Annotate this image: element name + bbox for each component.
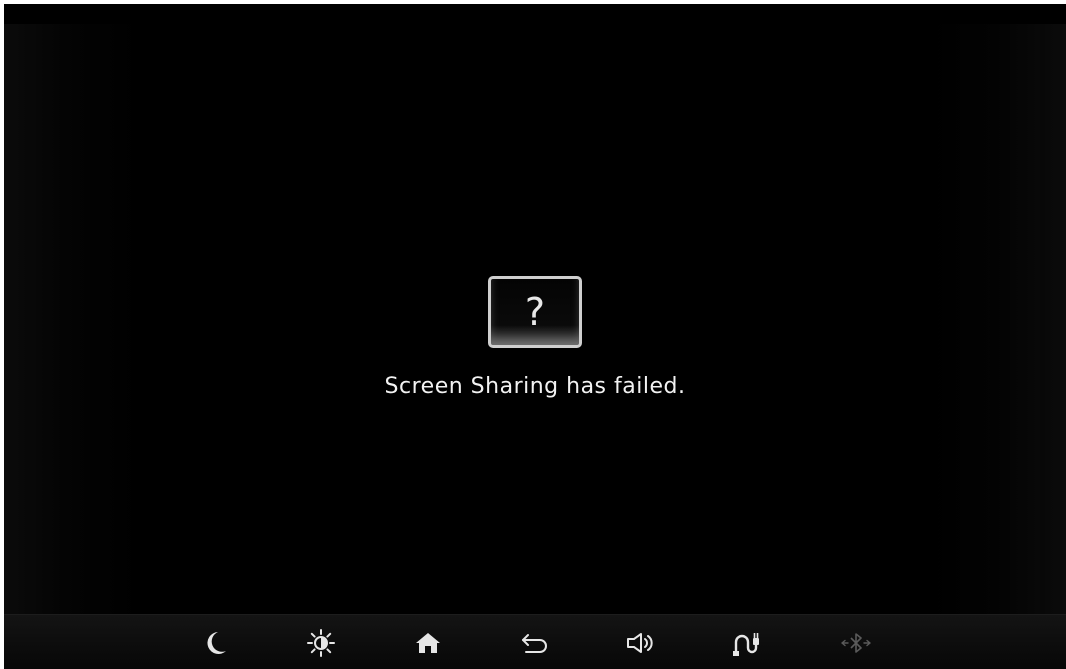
main-content: ? Screen Sharing has failed. (4, 24, 1066, 614)
status-strip (4, 4, 1066, 24)
home-icon (416, 633, 440, 653)
bottom-control-bar (4, 614, 1066, 669)
home-button[interactable] (408, 625, 448, 661)
brightness-button[interactable] (301, 625, 341, 661)
question-mark-glyph: ? (524, 290, 546, 334)
error-message: Screen Sharing has failed. (384, 374, 686, 399)
crescent-moon-icon (207, 632, 226, 654)
question-mark-screen-icon: ? (488, 276, 582, 348)
error-panel: ? Screen Sharing has failed. (4, 276, 1066, 399)
bluetooth-icon (841, 633, 871, 653)
back-button[interactable] (515, 625, 555, 661)
cable-plug-icon (733, 633, 759, 656)
volume-button[interactable] (621, 625, 661, 661)
speaker-icon (627, 633, 653, 653)
device-screen: ? Screen Sharing has failed. (4, 4, 1066, 669)
back-arrow-icon (522, 634, 547, 653)
night-mode-button[interactable] (196, 625, 236, 661)
bluetooth-button[interactable] (836, 625, 876, 661)
audio-source-button[interactable] (728, 625, 768, 661)
sun-brightness-icon (307, 629, 335, 657)
